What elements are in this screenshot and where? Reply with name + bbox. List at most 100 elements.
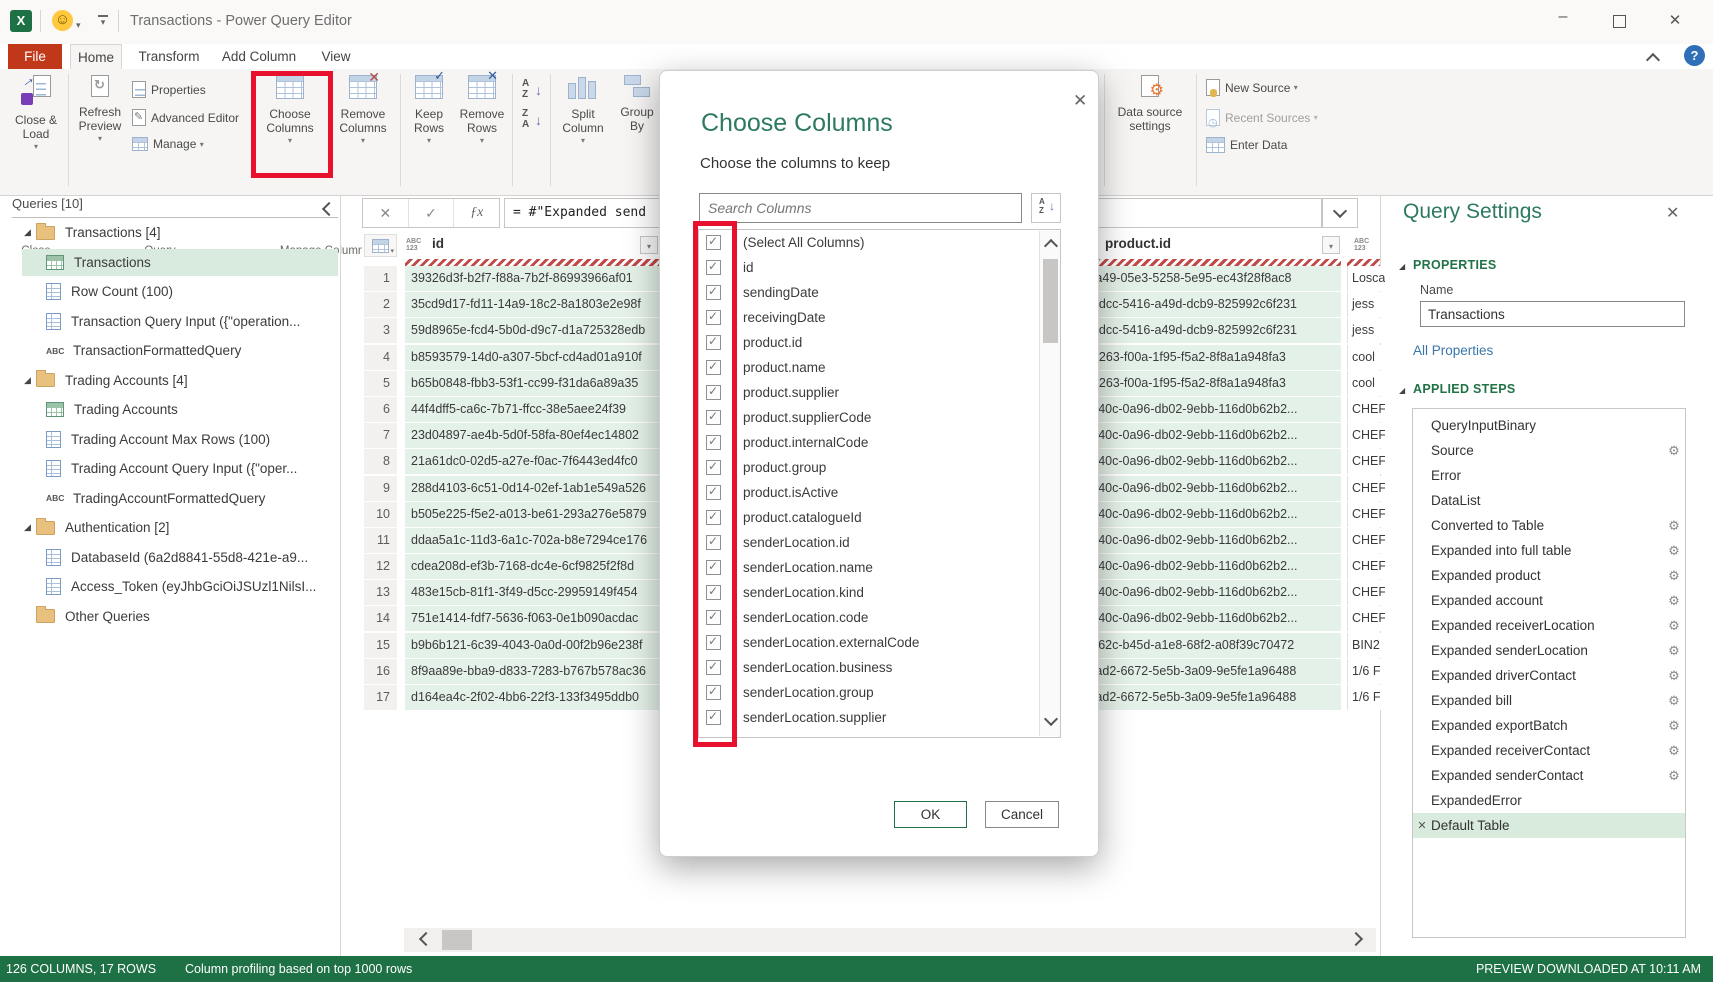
step-settings-gear-icon[interactable]: ⚙ xyxy=(1663,443,1685,459)
filter-icon-product-id[interactable]: ▾ xyxy=(1322,236,1340,254)
applied-step[interactable]: ✕ Expanded receiverLocation ⚙ xyxy=(1413,613,1685,638)
row-number[interactable]: 6 xyxy=(364,397,397,422)
query-list-item[interactable]: ◢ Other Queries xyxy=(0,602,340,632)
applied-step[interactable]: ✕ Expanded account ⚙ xyxy=(1413,588,1685,613)
step-settings-gear-icon[interactable]: ⚙ xyxy=(1663,743,1685,759)
cell-product-id[interactable]: 5c40c-0a96-db02-9ebb-116d0b62b2... xyxy=(1085,449,1341,474)
feedback-smiley-icon[interactable]: ☺ xyxy=(52,10,73,31)
applied-step[interactable]: ✕ DataList ⚙ xyxy=(1413,488,1685,513)
manage-button[interactable]: Manage ▾ xyxy=(132,137,204,151)
applied-step[interactable]: ✕ Expanded bill ⚙ xyxy=(1413,688,1685,713)
horizontal-scrollbar[interactable] xyxy=(404,928,1376,952)
column-header-id[interactable]: id xyxy=(432,236,444,251)
cell-product-id[interactable]: 5c40c-0a96-db02-9ebb-116d0b62b2... xyxy=(1085,423,1341,448)
dialog-vertical-scrollbar[interactable] xyxy=(1039,231,1061,736)
cell-next-column[interactable]: CHEF xyxy=(1347,554,1385,579)
cell-product-id[interactable]: 50dcc-5416-a49d-dcb9-825992c6f231 xyxy=(1085,292,1341,317)
sidebar-divider[interactable] xyxy=(340,196,341,956)
properties-section-header[interactable]: PROPERTIES xyxy=(1413,258,1497,272)
cell-next-column[interactable]: CHEF xyxy=(1347,397,1385,422)
query-list-item[interactable]: ◢ Transactions xyxy=(0,248,340,278)
split-column-button[interactable]: Split Column▾ xyxy=(556,75,610,145)
cell-next-column[interactable]: cool xyxy=(1347,371,1385,396)
row-number[interactable]: 8 xyxy=(364,449,397,474)
cell-next-column[interactable]: BIN2 xyxy=(1347,633,1385,658)
column-type-icon[interactable]: ABC123 xyxy=(406,238,421,252)
query-settings-close-icon[interactable]: ✕ xyxy=(1666,203,1679,223)
step-settings-gear-icon[interactable]: ⚙ xyxy=(1663,668,1685,684)
all-properties-link[interactable]: All Properties xyxy=(1413,343,1493,358)
dialog-close-icon[interactable]: ✕ xyxy=(1073,91,1087,111)
formula-cancel-icon[interactable]: ✕ xyxy=(363,199,409,227)
row-number[interactable]: 12 xyxy=(364,554,397,579)
status-profiling[interactable]: Column profiling based on top 1000 rows xyxy=(185,962,412,976)
cell-next-column[interactable]: jess xyxy=(1347,292,1385,317)
row-number[interactable]: 14 xyxy=(364,606,397,631)
applied-step[interactable]: ✕ Expanded senderLocation ⚙ xyxy=(1413,638,1685,663)
tree-expander-icon[interactable]: ◢ xyxy=(24,227,36,238)
query-list-item[interactable]: ◢ Access_Token (eyJhbGciOiJSUzl1NilsI... xyxy=(0,572,340,602)
query-list-item[interactable]: ◢ TradingAccountFormattedQuery xyxy=(0,484,340,514)
step-settings-gear-icon[interactable]: ⚙ xyxy=(1663,718,1685,734)
close-and-load-button[interactable]: → Close & Load▾ xyxy=(8,75,64,151)
cell-next-column[interactable]: CHEF xyxy=(1347,580,1385,605)
formula-expand-icon[interactable] xyxy=(1322,198,1358,228)
customize-toolbar-icon[interactable]: ▾ xyxy=(98,15,108,27)
properties-button[interactable]: Properties xyxy=(132,81,206,98)
section-expander-icon[interactable]: ◢ xyxy=(1399,386,1405,395)
cell-next-column[interactable]: cool xyxy=(1347,345,1385,370)
query-list-item[interactable]: ◢ Transactions [4] xyxy=(0,218,340,248)
refresh-preview-button[interactable]: ↻ Refresh Preview▾ xyxy=(74,75,126,143)
column-list-item[interactable]: product.supplier xyxy=(699,380,1060,405)
cell-product-id[interactable]: efad2-6672-5e5b-3a09-9e5fe1a96488 xyxy=(1085,685,1341,710)
cell-product-id[interactable]: 5c40c-0a96-db02-9ebb-116d0b62b2... xyxy=(1085,397,1341,422)
cell-product-id[interactable]: c062c-b45d-a1e8-68f2-a08f39c70472 xyxy=(1085,633,1341,658)
row-number[interactable]: 7 xyxy=(364,423,397,448)
ribbon-tab[interactable]: Transform xyxy=(130,44,208,69)
column-list-item[interactable]: senderLocation.id xyxy=(699,530,1060,555)
cell-product-id[interactable]: 5c40c-0a96-db02-9ebb-116d0b62b2... xyxy=(1085,502,1341,527)
applied-step[interactable]: ✕ ExpandedError ⚙ xyxy=(1413,788,1685,813)
cell-product-id[interactable]: 5c40c-0a96-db02-9ebb-116d0b62b2... xyxy=(1085,476,1341,501)
applied-steps-section-header[interactable]: APPLIED STEPS xyxy=(1413,382,1516,396)
ribbon-tab[interactable]: Home xyxy=(70,44,122,69)
step-settings-gear-icon[interactable]: ⚙ xyxy=(1663,593,1685,609)
cell-product-id[interactable]: 5c40c-0a96-db02-9ebb-116d0b62b2... xyxy=(1085,554,1341,579)
cell-next-column[interactable]: CHEF xyxy=(1347,423,1385,448)
query-list-item[interactable]: ◢ Row Count (100) xyxy=(0,277,340,307)
column-list-item[interactable]: receivingDate xyxy=(699,305,1060,330)
cell-next-column[interactable]: CHEF xyxy=(1347,502,1385,527)
row-number[interactable]: 15 xyxy=(364,633,397,658)
sort-columns-button[interactable]: AZ↓ xyxy=(1031,193,1061,223)
column-list-item[interactable]: product.internalCode xyxy=(699,430,1060,455)
column-list-item[interactable]: product.id xyxy=(699,330,1060,355)
column-type-icon[interactable]: ABC123 xyxy=(1354,238,1369,252)
cell-next-column[interactable]: jess xyxy=(1347,318,1385,343)
row-number[interactable]: 16 xyxy=(364,659,397,684)
row-number[interactable]: 1 xyxy=(364,266,397,291)
collapse-ribbon-icon[interactable] xyxy=(1648,52,1658,70)
query-list-item[interactable]: ◢ Trading Accounts xyxy=(0,395,340,425)
query-list-item[interactable]: ◢ DatabaseId (6a2d8841-55d8-421e-a9... xyxy=(0,543,340,573)
step-settings-gear-icon[interactable]: ⚙ xyxy=(1663,618,1685,634)
query-name-input[interactable] xyxy=(1420,301,1685,327)
remove-columns-button[interactable]: ✕ Remove Columns▾ xyxy=(332,75,394,145)
section-expander-icon[interactable]: ◢ xyxy=(1399,262,1405,271)
cell-next-column[interactable]: Losca xyxy=(1347,266,1385,291)
data-source-settings-button[interactable]: ⚙ Data source settings xyxy=(1112,75,1188,134)
cell-next-column[interactable]: 1/6 F xyxy=(1347,659,1385,684)
tab-file[interactable]: File xyxy=(8,44,62,69)
help-icon[interactable]: ? xyxy=(1684,45,1705,66)
row-number[interactable]: 11 xyxy=(364,528,397,553)
cell-product-id[interactable]: f7a49-05e3-5258-5e95-ec43f28f8ac8 xyxy=(1085,266,1341,291)
applied-step[interactable]: ✕ Source ⚙ xyxy=(1413,438,1685,463)
cell-product-id[interactable]: 50dcc-5416-a49d-dcb9-825992c6f231 xyxy=(1085,318,1341,343)
tree-expander-icon[interactable]: ◢ xyxy=(24,522,36,533)
row-number[interactable]: 3 xyxy=(364,318,397,343)
close-button[interactable]: ✕ xyxy=(1660,8,1690,34)
sort-ascending-button[interactable]: AZ↓ xyxy=(520,79,542,103)
row-number[interactable]: 10 xyxy=(364,502,397,527)
column-list-item[interactable]: product.name xyxy=(699,355,1060,380)
search-columns-input[interactable] xyxy=(699,193,1022,223)
cancel-button[interactable]: Cancel xyxy=(985,801,1059,828)
